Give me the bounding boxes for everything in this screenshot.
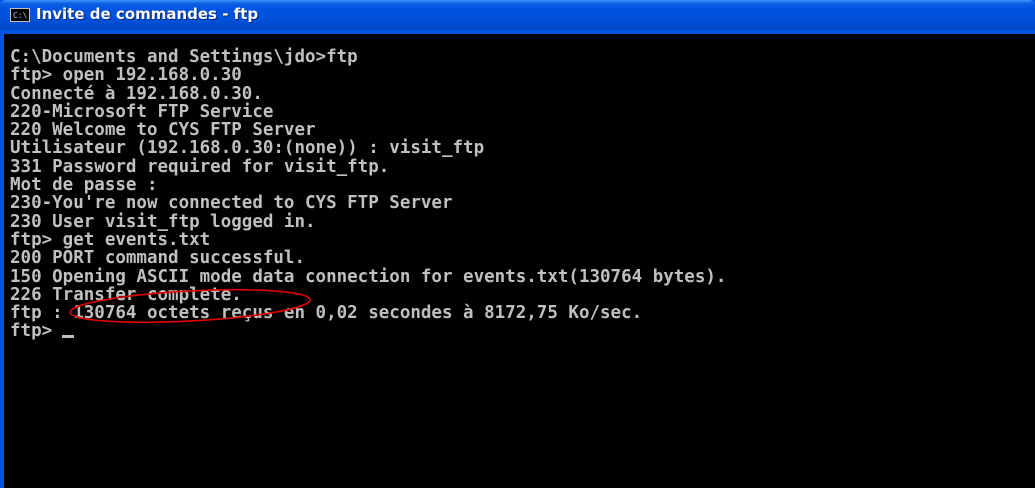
prompt-line[interactable]: ftp> bbox=[10, 321, 726, 342]
console-line: Utilisateur (192.168.0.30:(none)) : visi… bbox=[10, 138, 485, 159]
console-line: 226 Transfer complete. bbox=[10, 284, 242, 305]
console-line: 220 Welcome to CYS FTP Server bbox=[10, 120, 316, 141]
console-output[interactable]: C:\Documents and Settings\jdo>ftp ftp> op… bbox=[10, 48, 726, 341]
title-bar[interactable]: C:\ Invite de commandes - ftp bbox=[0, 0, 1035, 30]
console-line: 200 PORT command successful. bbox=[10, 248, 306, 269]
console-line: Mot de passe : bbox=[10, 175, 158, 196]
console-line: C:\Documents and Settings\jdo>ftp bbox=[10, 47, 358, 67]
console-line: 230-You're now connected to CYS FTP Serv… bbox=[10, 193, 453, 214]
console-line: 150 Opening ASCII mode data connection f… bbox=[10, 266, 727, 287]
text-cursor bbox=[62, 335, 75, 339]
console-line-highlighted: ftp> get events.txt bbox=[10, 229, 211, 250]
console-line: ftp : 130764 octets reçus en 0,02 second… bbox=[10, 303, 643, 324]
window-title: Invite de commandes - ftp bbox=[36, 5, 259, 23]
console-line: 220-Microsoft FTP Service bbox=[10, 101, 274, 122]
console-line: 230 User visit_ftp logged in. bbox=[10, 211, 316, 232]
console-line: ftp> open 192.168.0.30 bbox=[10, 65, 242, 86]
prompt-text: ftp> bbox=[10, 321, 53, 342]
cmd-console-icon: C:\ bbox=[10, 8, 30, 22]
console-line: 331 Password required for visit_ftp. bbox=[10, 156, 390, 177]
console-line: Connecté à 192.168.0.30. bbox=[10, 83, 263, 104]
